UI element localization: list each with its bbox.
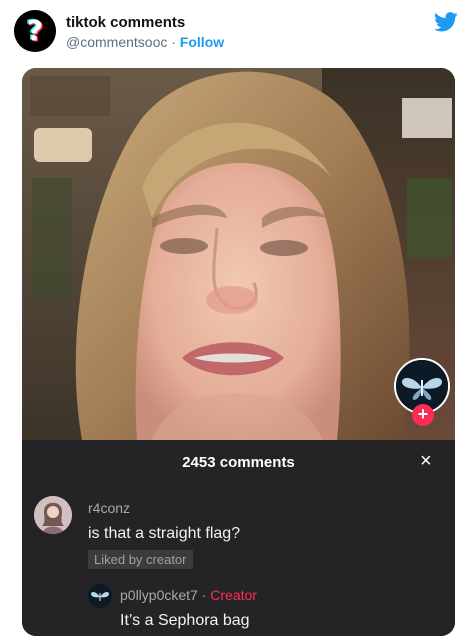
creator-tag: Creator [210,587,257,603]
commenter-username[interactable]: r4conz [88,500,130,516]
comments-panel: 2453 comments × r4conz is that a straigh… [22,440,455,636]
video-image [22,68,455,440]
twitter-bird-icon[interactable] [434,12,458,32]
reply-text: It’s a Sephora bag [120,612,250,629]
commenter-avatar[interactable] [34,496,72,534]
handle-row: @commentsooc · Follow [66,34,224,50]
reply-separator: · [197,587,211,603]
account-avatar[interactable]: ? ? ? [14,10,56,52]
comments-count-title: 2453 comments [182,454,295,471]
follow-link[interactable]: Follow [180,34,224,50]
profile-photo-icon [34,496,72,534]
tweet-header: ? ? ? tiktok comments @commentsooc · Fol… [0,0,474,64]
video-frame[interactable] [22,68,455,440]
svg-text:?: ? [27,14,43,47]
reply-avatar[interactable] [88,584,112,608]
comment-text: is that a straight flag? [88,525,241,542]
liked-by-creator-badge: Liked by creator [88,550,193,569]
follow-creator-button[interactable]: + [412,404,434,426]
butterfly-icon [88,584,112,608]
account-handle[interactable]: @commentsooc [66,34,167,50]
tiktok-screenshot-card: + 2453 comments × r4conz is that a strai… [22,68,455,636]
question-mark-icon: ? ? ? [14,10,56,52]
close-icon[interactable]: × [420,451,432,471]
reply-meta: p0llyp0cket7 · Creator [120,587,257,603]
handle-separator: · [167,34,180,50]
reply-username[interactable]: p0llyp0cket7 [120,587,198,603]
account-name[interactable]: tiktok comments [66,14,185,31]
